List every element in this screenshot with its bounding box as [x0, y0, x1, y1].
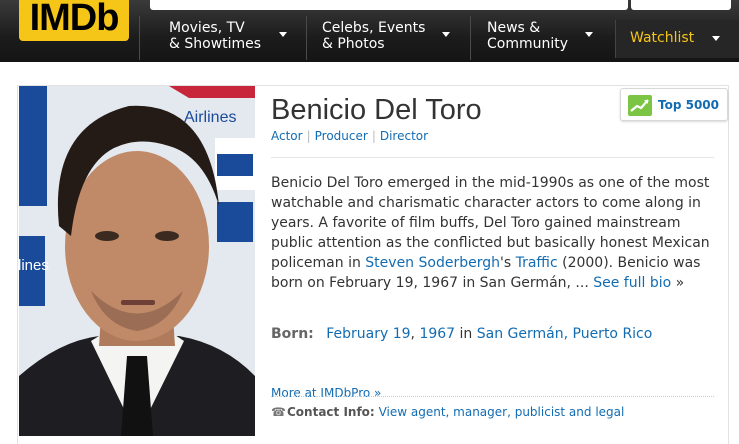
phone-icon: ☎ [271, 405, 286, 419]
backdrop-sponsor-text: Airlines [184, 109, 236, 126]
contact-info-link[interactable]: View agent, manager, publicist and legal [379, 405, 625, 419]
bio-more-arrow: » [671, 275, 685, 291]
watchlist-label: Watchlist [630, 30, 695, 46]
bio-link-steven-soderbergh[interactable]: Steven Soderbergh [365, 255, 500, 271]
nav-item-line: & Photos [322, 36, 385, 52]
bio-text: 's [500, 255, 516, 271]
job-categories: Actor | Producer | Director [271, 129, 428, 143]
contact-label: Contact Info: [287, 405, 375, 419]
nav-divider [470, 16, 471, 60]
nav-item-line: Movies, TV [169, 20, 245, 36]
person-name: Benicio Del Toro [271, 94, 482, 126]
born-text: in [455, 326, 477, 342]
nav-divider [306, 16, 307, 60]
starmeter-badge[interactable]: Top 5000 [620, 88, 728, 121]
nav-item-line: & Showtimes [169, 36, 262, 52]
born-label: Born: [271, 326, 314, 342]
role-link-actor[interactable]: Actor [271, 129, 303, 143]
chevron-down-icon [279, 32, 287, 37]
birth-year-link[interactable]: 1967 [419, 326, 455, 342]
contact-info: ☎Contact Info: View agent, manager, publ… [271, 405, 624, 419]
nav-item-line: Celebs, Events [322, 20, 426, 36]
imdb-logo[interactable]: IMDb [19, 0, 129, 41]
role-separator: | [306, 129, 311, 143]
headshot-image: Airlines rlines [19, 86, 255, 436]
watchlist-button[interactable]: Watchlist [615, 20, 739, 58]
role-link-director[interactable]: Director [380, 129, 428, 143]
more-at-imdbpro-link[interactable]: More at IMDbPro » [271, 386, 381, 400]
bio-link-traffic[interactable]: Traffic [516, 255, 558, 271]
birth-date-link[interactable]: February 19 [326, 326, 410, 342]
see-full-bio-link[interactable]: See full bio [593, 275, 671, 291]
primary-photo[interactable]: Airlines rlines [19, 86, 255, 436]
role-link-producer[interactable]: Producer [315, 129, 368, 143]
top-navbar: IMDb Find Movies, TV shows, Celebrities … [0, 0, 739, 62]
birth-info: Born: February 19, 1967 in San Germán, P… [271, 326, 652, 342]
nav-celebs-events-photos[interactable]: Celebs, Events & Photos [322, 20, 450, 58]
search-input[interactable]: Find Movies, TV shows, Celebrities and m… [150, 0, 628, 10]
birth-place-link[interactable]: San Germán, Puerto Rico [477, 326, 653, 342]
chevron-down-icon [442, 32, 450, 37]
starmeter-label: Top 5000 [658, 98, 720, 112]
role-separator: | [371, 129, 376, 143]
trend-chart-icon [628, 95, 652, 116]
chevron-down-icon [585, 32, 593, 37]
nav-movies-tv-showtimes[interactable]: Movies, TV & Showtimes [169, 20, 287, 58]
search-category-select[interactable]: All [631, 0, 731, 10]
chevron-down-icon [712, 36, 720, 41]
nav-item-line: News & [487, 20, 541, 36]
nav-item-line: Community [487, 36, 569, 52]
backdrop-sponsor-text: rlines [19, 257, 49, 274]
nav-divider [139, 16, 140, 60]
dotted-divider [271, 396, 714, 397]
bio-summary: Benicio Del Toro emerged in the mid-1990… [271, 173, 711, 293]
divider [271, 157, 714, 158]
nav-news-community[interactable]: News & Community [487, 20, 593, 58]
